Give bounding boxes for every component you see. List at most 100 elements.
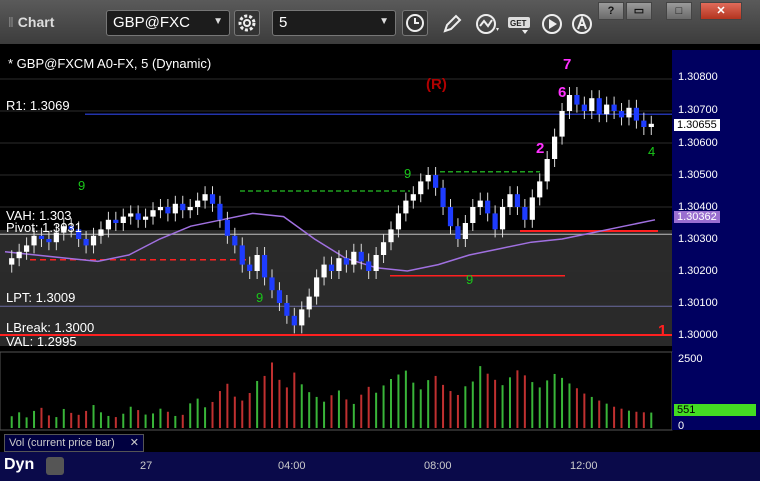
candle (239, 245, 245, 265)
interval-dropdown-icon[interactable]: ▼ (379, 16, 389, 27)
volume-bar (523, 375, 526, 428)
candle (492, 213, 498, 230)
link-icon[interactable] (46, 457, 64, 475)
candle (433, 175, 439, 188)
candle (135, 213, 141, 220)
volume-bar (293, 372, 296, 428)
volume-bar (382, 385, 385, 428)
candle (552, 136, 558, 159)
volume-bar (575, 388, 578, 428)
symbol-value: GBP@FXC (113, 14, 190, 31)
candle (31, 235, 37, 246)
sequence-2: 2 (536, 140, 545, 157)
candle (202, 194, 208, 201)
volume-bar (204, 407, 207, 428)
last-price-tag: 1.30655 (674, 119, 720, 131)
play-icon[interactable] (540, 12, 564, 36)
ma-price-tag: 1.30362 (674, 211, 720, 223)
candle (187, 207, 193, 211)
volume-bar (367, 386, 370, 428)
volume-bar (271, 362, 274, 428)
candle (507, 194, 513, 207)
volume-bar (337, 390, 340, 428)
candle (410, 194, 416, 201)
candle (425, 175, 431, 182)
candle (596, 98, 602, 115)
volume-bar (33, 410, 36, 428)
time-label: 08:00 (424, 460, 452, 472)
candle (544, 159, 550, 182)
settings-button[interactable] (234, 10, 260, 36)
volume-bar (546, 380, 549, 428)
volume-tick-min: 0 (678, 420, 685, 432)
close-pane-icon[interactable]: ✕ (130, 436, 139, 449)
candle (574, 95, 580, 105)
candle (485, 200, 491, 214)
interval-input[interactable]: 5 ▼ (272, 10, 396, 36)
drag-handle-icon[interactable]: ‖ (8, 14, 14, 30)
indicator-icon[interactable] (474, 12, 502, 36)
volume-bar (419, 389, 422, 428)
volume-bar (152, 413, 155, 428)
symbol-input[interactable]: GBP@FXC ▼ (106, 10, 230, 36)
candle (165, 207, 171, 214)
volume-bar (494, 379, 497, 428)
instrument-label: * GBP@FXCM A0-FX, 5 (Dynamic) (8, 56, 212, 71)
symbol-dropdown-icon[interactable]: ▼ (213, 16, 223, 27)
price-tick: 1.30000 (678, 329, 718, 341)
time-label: 27 (140, 460, 153, 472)
volume-bar (397, 374, 400, 428)
volume-bar (605, 403, 608, 428)
window-title: Chart (17, 14, 55, 30)
volume-bar (241, 400, 244, 428)
candle (254, 255, 260, 271)
volume-bar (300, 384, 303, 428)
volume-bar (315, 396, 318, 428)
volume-bar (360, 394, 363, 428)
candle (142, 216, 149, 220)
maximize-button[interactable]: □ (666, 2, 692, 20)
volume-bar (330, 395, 333, 428)
r1-label: R1: 1.3069 (6, 98, 70, 113)
candle (499, 207, 506, 230)
restore-button[interactable]: ▭ (626, 2, 652, 20)
volume-bar (25, 417, 28, 428)
volume-bar (278, 379, 281, 428)
pencil-icon[interactable] (440, 12, 464, 36)
volume-bar (122, 413, 125, 428)
price-tick: 1.30500 (678, 169, 718, 181)
volume-bar (553, 373, 556, 428)
alert-icon[interactable] (570, 12, 594, 36)
volume-bar (256, 380, 259, 428)
candle (217, 203, 223, 220)
volume-bar (561, 377, 564, 428)
volume-bar (627, 410, 630, 428)
candle (395, 213, 402, 230)
candle (447, 207, 454, 227)
close-button[interactable]: ✕ (700, 2, 742, 20)
volume-bar (516, 370, 519, 428)
volume-bar (181, 414, 184, 428)
volume-bar (434, 375, 437, 428)
candle (328, 264, 335, 271)
volume-tick-max: 2500 (678, 353, 703, 365)
get-data-icon[interactable]: GET (506, 12, 536, 36)
candle (604, 104, 610, 115)
candle (641, 120, 647, 127)
candle (299, 309, 305, 326)
volume-label-text: Vol (current price bar) (9, 437, 115, 449)
volume-bar (583, 393, 586, 428)
count-marker: 9 (256, 290, 263, 305)
time-button[interactable] (402, 10, 428, 36)
volume-bar (412, 382, 415, 428)
price-chart[interactable]: 9 9 9 9 4 (0, 44, 760, 452)
time-axis[interactable] (0, 452, 760, 481)
help-button[interactable]: ? (598, 2, 624, 20)
candle (529, 197, 535, 220)
price-tick: 1.30800 (678, 71, 718, 83)
volume-current-tag: 551 (674, 404, 756, 416)
volume-bar (427, 380, 430, 428)
volume-bar (18, 412, 21, 428)
volume-bar (456, 394, 459, 428)
candle (418, 181, 424, 195)
